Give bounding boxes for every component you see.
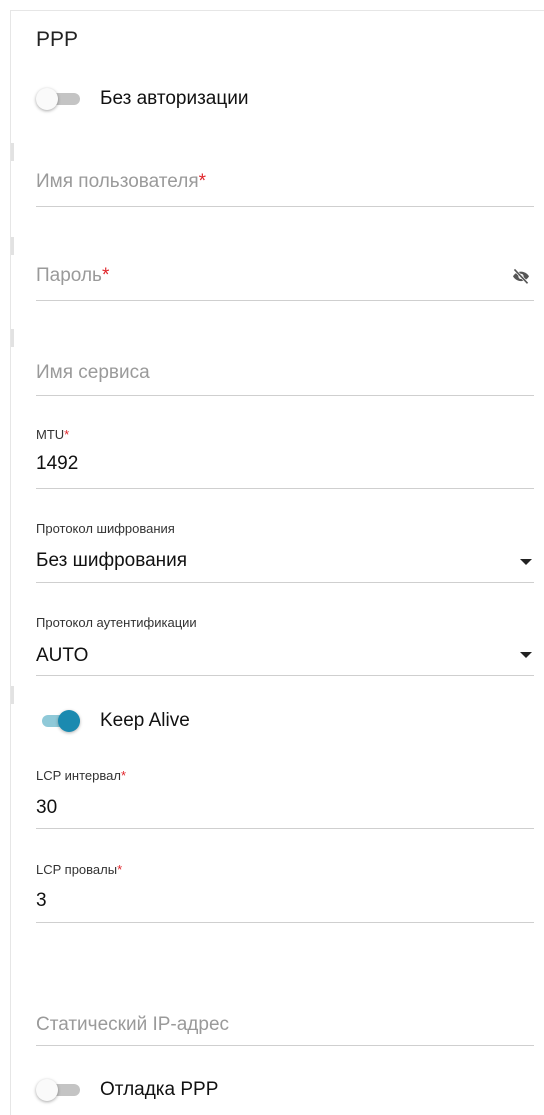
edge-divider: [11, 143, 14, 161]
lcp-fails-label: LCP провалы*: [36, 862, 123, 877]
encryption-select[interactable]: Протокол шифрования Без шифрования: [36, 518, 534, 583]
edge-divider: [11, 329, 14, 347]
lcp-fails-field[interactable]: LCP провалы* 3: [36, 860, 534, 923]
service-name-placeholder: Имя сервиса: [36, 362, 150, 383]
toggle-knob: [36, 88, 58, 110]
auth-protocol-value: AUTO: [36, 645, 89, 666]
mtu-label: MTU*: [36, 427, 70, 442]
encryption-label: Протокол шифрования: [36, 521, 175, 536]
lcp-fails-value: 3: [36, 890, 47, 911]
lcp-interval-label: LCP интервал*: [36, 768, 127, 783]
no-auth-label: Без авторизации: [100, 88, 249, 109]
required-mark: *: [120, 768, 127, 783]
chevron-down-icon: [520, 652, 532, 658]
lcp-interval-value: 30: [36, 797, 58, 818]
mtu-field[interactable]: MTU* 1492: [36, 424, 534, 489]
edge-divider: [11, 686, 14, 704]
keep-alive-toggle[interactable]: [36, 709, 82, 733]
password-field[interactable]: Пароль*: [36, 260, 534, 301]
chevron-down-icon: [520, 559, 532, 565]
auth-protocol-select[interactable]: Протокол аутентификации AUTO: [36, 612, 534, 676]
encryption-value: Без шифрования: [36, 550, 188, 571]
debug-ppp-toggle[interactable]: [36, 1078, 82, 1102]
username-placeholder: Имя пользователя*: [36, 171, 207, 192]
eye-off-icon[interactable]: [512, 268, 530, 284]
service-name-field[interactable]: Имя сервиса: [36, 355, 534, 396]
static-ip-field[interactable]: Статический IP-адрес: [36, 1005, 534, 1046]
toggle-knob: [36, 1079, 58, 1101]
static-ip-placeholder: Статический IP-адрес: [36, 1014, 230, 1035]
section-title: PPP: [36, 28, 79, 51]
no-auth-toggle[interactable]: [36, 87, 82, 111]
keep-alive-label: Keep Alive: [100, 710, 190, 731]
required-mark: *: [117, 862, 123, 877]
edge-divider: [11, 237, 14, 255]
password-placeholder: Пароль*: [36, 265, 110, 286]
required-mark: *: [198, 171, 207, 192]
lcp-interval-field[interactable]: LCP интервал* 30: [36, 765, 534, 829]
debug-ppp-label: Отладка PPP: [100, 1079, 219, 1100]
required-mark: *: [101, 265, 110, 286]
username-field[interactable]: Имя пользователя*: [36, 166, 534, 207]
toggle-knob: [58, 710, 80, 732]
auth-protocol-label: Протокол аутентификации: [36, 615, 197, 630]
required-mark: *: [64, 427, 70, 442]
mtu-value: 1492: [36, 453, 79, 474]
